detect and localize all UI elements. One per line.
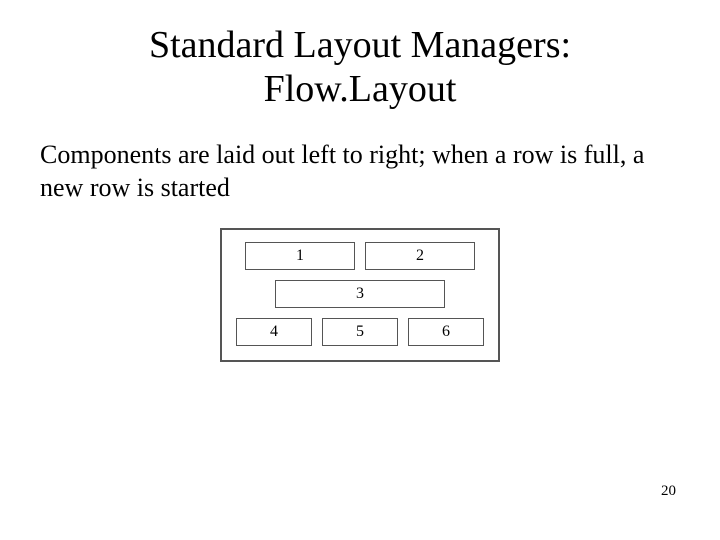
title-line-2: Flow.Layout [264,68,457,110]
cell-1: 1 [245,242,355,270]
slide: Standard Layout Managers: Flow.Layout Co… [0,0,720,540]
cell-5: 5 [322,318,398,346]
flowlayout-diagram: 1 2 3 4 5 6 [220,228,500,362]
cell-3: 3 [275,280,445,308]
diagram-row-1: 1 2 [232,242,488,270]
cell-6: 6 [408,318,484,346]
cell-4: 4 [236,318,312,346]
diagram-row-3: 4 5 6 [232,318,488,346]
title-line-1: Standard Layout Managers: [149,24,571,66]
cell-2: 2 [365,242,475,270]
slide-title: Standard Layout Managers: Flow.Layout [40,24,680,111]
body-text: Components are laid out left to right; w… [40,139,680,204]
diagram-row-2: 3 [232,280,488,308]
page-number: 20 [661,483,676,500]
